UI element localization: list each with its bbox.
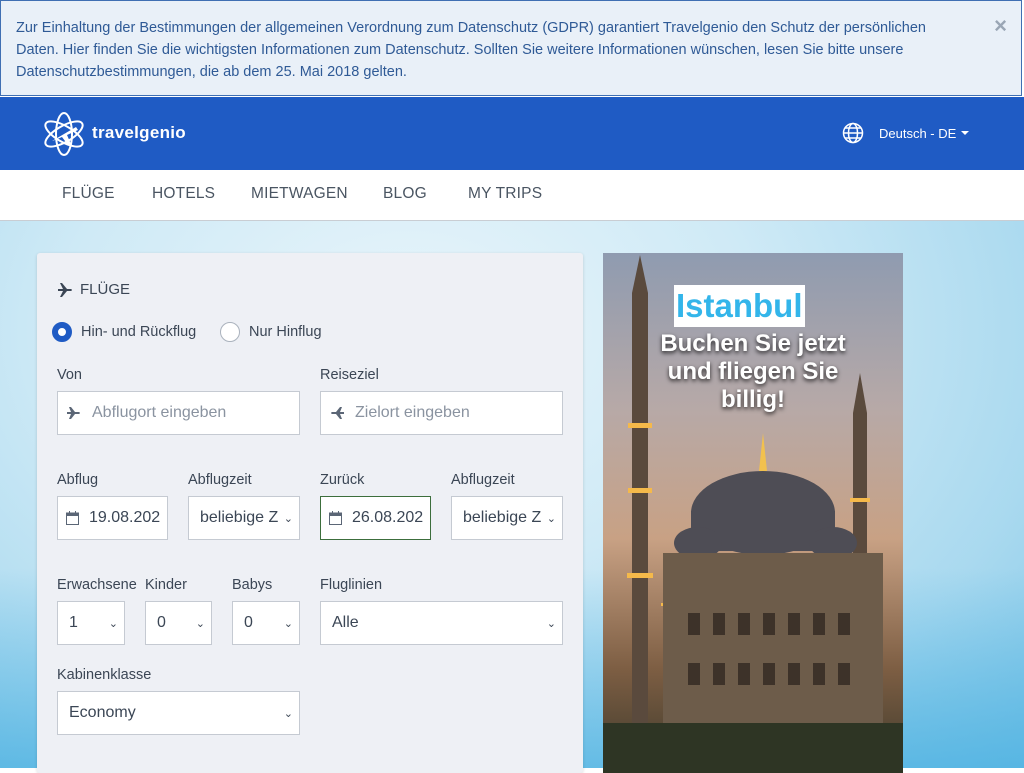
promo-tagline-line-2: und fliegen Sie: [667, 358, 839, 385]
babies-label: Babys: [232, 577, 273, 593]
form-title-text: FLÜGE: [80, 281, 131, 298]
airlines-select[interactable]: Alle ⌄: [320, 601, 563, 645]
language-selector[interactable]: Deutsch - DE: [842, 121, 970, 145]
radio-one-way[interactable]: Nur Hinflug: [220, 322, 322, 342]
promo-tagline: Buchen Sie jetzt und fliegen Sie billig!: [603, 330, 903, 414]
nav-item-hotels[interactable]: HOTELS: [152, 185, 215, 203]
promo-tagline-line-3: billig!: [721, 386, 785, 413]
site-header: travelgenio Deutsch - DE: [0, 97, 1024, 170]
from-input[interactable]: Abflugort eingeben: [57, 391, 300, 435]
promo-banner[interactable]: Istanbul Buchen Sie jetzt und fliegen Si…: [603, 253, 903, 773]
departure-date-input[interactable]: 19.08.202: [57, 496, 168, 540]
radio-unselected-icon: [220, 322, 240, 342]
language-label: Deutsch - DE: [879, 125, 957, 141]
globe-icon: [842, 122, 864, 144]
to-input[interactable]: Zielort eingeben: [320, 391, 563, 435]
children-select[interactable]: 0 ⌄: [145, 601, 212, 645]
promo-city: Istanbul: [674, 285, 805, 327]
plane-takeoff-icon: [66, 406, 82, 420]
promo-tagline-line-1: Buchen Sie jetzt: [660, 330, 846, 357]
from-label: Von: [57, 367, 82, 383]
adults-select[interactable]: 1 ⌄: [57, 601, 125, 645]
departure-time-select[interactable]: beliebige Z ⌄: [188, 496, 300, 540]
radio-round-trip[interactable]: Hin- und Rückflug: [52, 322, 196, 342]
plane-landing-icon: [329, 406, 345, 420]
cabin-value: Economy: [69, 704, 136, 721]
main-nav: FLÜGE HOTELS MIETWAGEN BLOG MY TRIPS: [0, 170, 1024, 221]
chevron-down-icon: ⌄: [108, 617, 118, 630]
children-label: Kinder: [145, 577, 187, 593]
gdpr-banner: Zur Einhaltung der Bestimmungen der allg…: [0, 0, 1022, 96]
children-value: 0: [157, 614, 166, 631]
plane-icon: [58, 282, 72, 297]
departure-time-label: Abflugzeit: [188, 472, 252, 488]
to-label: Reiseziel: [320, 367, 379, 383]
airlines-label: Fluglinien: [320, 577, 383, 593]
gdpr-text: Zur Einhaltung der Bestimmungen der allg…: [16, 20, 926, 80]
nav-item-blog[interactable]: BLOG: [383, 185, 427, 203]
return-time-value: beliebige Z: [463, 509, 542, 526]
nav-item-my-trips[interactable]: MY TRIPS: [468, 185, 542, 203]
nav-item-mietwagen[interactable]: MIETWAGEN: [251, 185, 348, 203]
chevron-down-icon: ⌄: [283, 512, 293, 525]
return-time-label: Abflugzeit: [451, 472, 515, 488]
nav-item-fluege[interactable]: FLÜGE: [62, 185, 115, 203]
airlines-value: Alle: [332, 614, 359, 631]
radio-round-trip-label: Hin- und Rückflug: [81, 324, 197, 340]
to-placeholder: Zielort eingeben: [355, 404, 470, 421]
adults-value: 1: [69, 614, 78, 631]
return-label: Zurück: [320, 472, 365, 488]
cabin-select[interactable]: Economy ⌄: [57, 691, 300, 735]
chevron-down-icon: ⌄: [195, 617, 205, 630]
calendar-icon: [329, 511, 342, 525]
departure-label: Abflug: [57, 472, 99, 488]
chevron-down-icon: ⌄: [283, 617, 293, 630]
return-time-select[interactable]: beliebige Z ⌄: [451, 496, 563, 540]
babies-value: 0: [244, 614, 253, 631]
chevron-down-icon: ⌄: [546, 617, 556, 630]
form-title: FLÜGE: [57, 281, 130, 298]
brand-name[interactable]: travelgenio: [92, 123, 186, 143]
departure-date-value: 19.08.202: [89, 509, 161, 526]
flight-search-form: FLÜGE Hin- und Rückflug Nur Hinflug Von …: [37, 253, 583, 773]
radio-selected-icon: [52, 322, 72, 342]
travelgenio-logo-icon[interactable]: [40, 111, 88, 157]
departure-time-value: beliebige Z: [200, 509, 279, 526]
cabin-label: Kabinenklasse: [57, 667, 152, 683]
chevron-down-icon: ⌄: [546, 512, 556, 525]
calendar-icon: [66, 511, 79, 525]
caret-down-icon: [961, 131, 970, 135]
radio-one-way-label: Nur Hinflug: [249, 324, 322, 340]
return-date-value: 26.08.202: [352, 509, 424, 526]
adults-label: Erwachsene: [57, 577, 137, 593]
chevron-down-icon: ⌄: [283, 707, 293, 720]
return-date-input[interactable]: 26.08.202: [320, 496, 431, 540]
from-placeholder: Abflugort eingeben: [92, 404, 227, 421]
close-icon[interactable]: ×: [994, 13, 1007, 39]
babies-select[interactable]: 0 ⌄: [232, 601, 300, 645]
